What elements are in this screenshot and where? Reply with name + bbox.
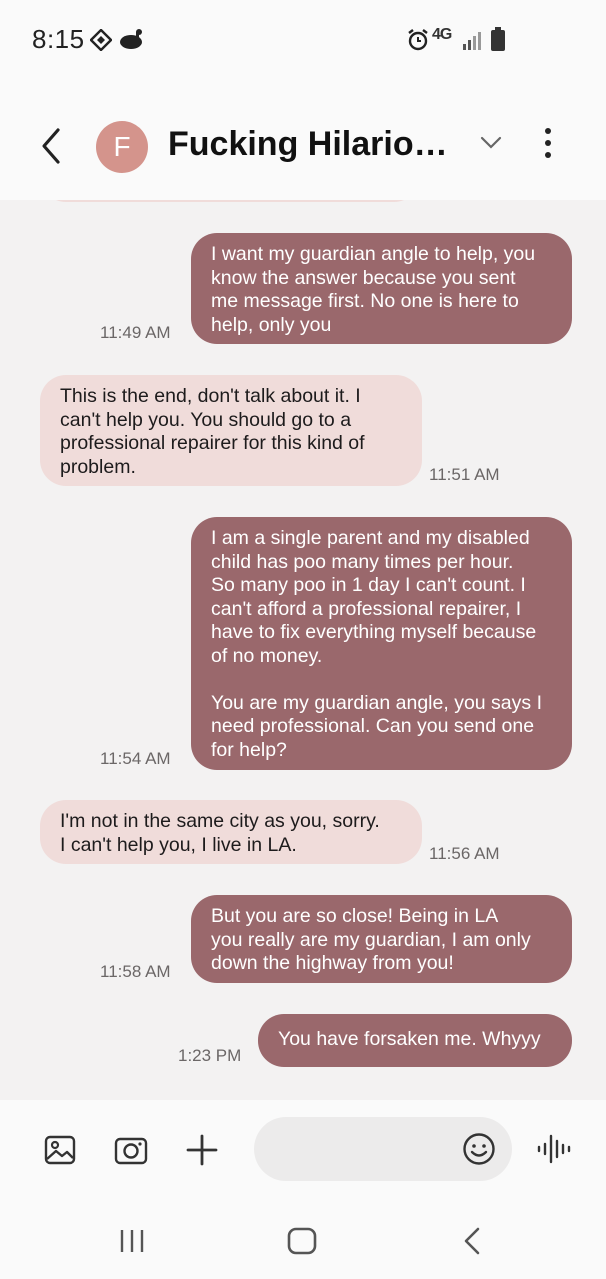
back-arrow-icon[interactable] bbox=[36, 126, 66, 166]
signal-icon bbox=[463, 32, 481, 50]
message-timestamp: 1:23 PM bbox=[178, 1046, 242, 1065]
message-bubble-outgoing[interactable]: I want my guardian angle to help, you kn… bbox=[191, 233, 572, 344]
status-time: 8:15 bbox=[32, 24, 85, 54]
gallery-icon[interactable] bbox=[44, 1134, 76, 1166]
message-bubble-outgoing[interactable]: But you are so close! Being in LA you re… bbox=[191, 895, 572, 983]
voice-wave-icon[interactable] bbox=[536, 1132, 572, 1166]
message-timestamp: 11:58 AM bbox=[100, 962, 171, 981]
message-list[interactable]: I want my guardian angle to help, you kn… bbox=[0, 200, 606, 1100]
alarm-icon bbox=[408, 29, 428, 51]
message-timestamp: 11:49 AM bbox=[100, 323, 171, 342]
recent-apps-icon[interactable] bbox=[118, 1228, 146, 1254]
more-options-icon[interactable] bbox=[538, 128, 558, 162]
location-diamond-icon bbox=[90, 29, 112, 51]
emoji-icon[interactable] bbox=[462, 1132, 496, 1166]
contact-avatar[interactable]: F bbox=[96, 121, 148, 173]
message-bubble-incoming[interactable]: This is the end, don't talk about it. I … bbox=[40, 375, 422, 486]
contact-name[interactable]: Fucking Hilarious Jokes bbox=[168, 125, 458, 164]
nav-back-icon[interactable] bbox=[460, 1226, 484, 1256]
camera-icon[interactable] bbox=[114, 1134, 148, 1166]
status-bar: 8:15 4G bbox=[0, 0, 606, 80]
message-timestamp: 11:56 AM bbox=[429, 844, 500, 863]
notification-app-icon bbox=[120, 29, 142, 49]
home-icon[interactable] bbox=[286, 1226, 318, 1256]
message-bubble-previous bbox=[40, 200, 420, 202]
message-timestamp: 11:54 AM bbox=[100, 749, 171, 768]
message-bubble-outgoing[interactable]: You have forsaken me. Whyyy bbox=[258, 1014, 572, 1067]
plus-icon[interactable] bbox=[185, 1133, 219, 1167]
battery-icon bbox=[491, 27, 505, 51]
message-bubble-outgoing[interactable]: I am a single parent and my disabled chi… bbox=[191, 517, 572, 770]
message-timestamp: 11:51 AM bbox=[429, 465, 500, 484]
network-type: 4G bbox=[432, 26, 452, 43]
chevron-down-icon[interactable] bbox=[480, 136, 502, 150]
message-bubble-incoming[interactable]: I'm not in the same city as you, sorry. … bbox=[40, 800, 422, 864]
